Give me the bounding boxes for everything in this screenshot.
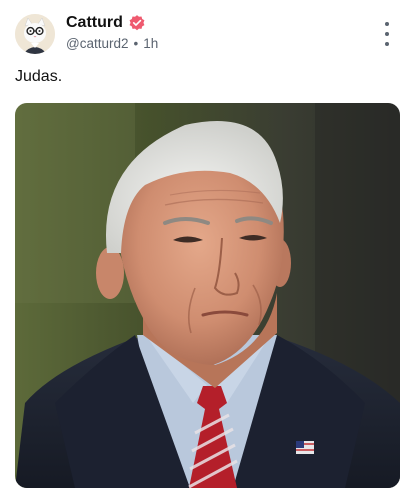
post-text: Judas. xyxy=(15,68,63,85)
post-photo[interactable] xyxy=(15,103,400,488)
author-avatar[interactable] xyxy=(15,14,55,54)
author-name-row: Catturd xyxy=(66,14,146,32)
verified-badge-icon xyxy=(128,14,146,32)
more-vertical-icon xyxy=(385,22,389,26)
post-time[interactable]: 1h xyxy=(143,36,158,51)
meta-separator: • xyxy=(133,36,139,51)
author-name[interactable]: Catturd xyxy=(66,14,123,32)
portrait-photo-icon xyxy=(15,103,400,488)
author-handle[interactable]: @catturd2 xyxy=(66,36,128,51)
cat-with-glasses-avatar-icon xyxy=(15,14,55,54)
post-card[interactable]: Catturd @catturd2 • 1h Judas. xyxy=(0,0,415,500)
author-meta: @catturd2 • 1h xyxy=(66,36,158,51)
more-options-button[interactable] xyxy=(379,22,395,46)
